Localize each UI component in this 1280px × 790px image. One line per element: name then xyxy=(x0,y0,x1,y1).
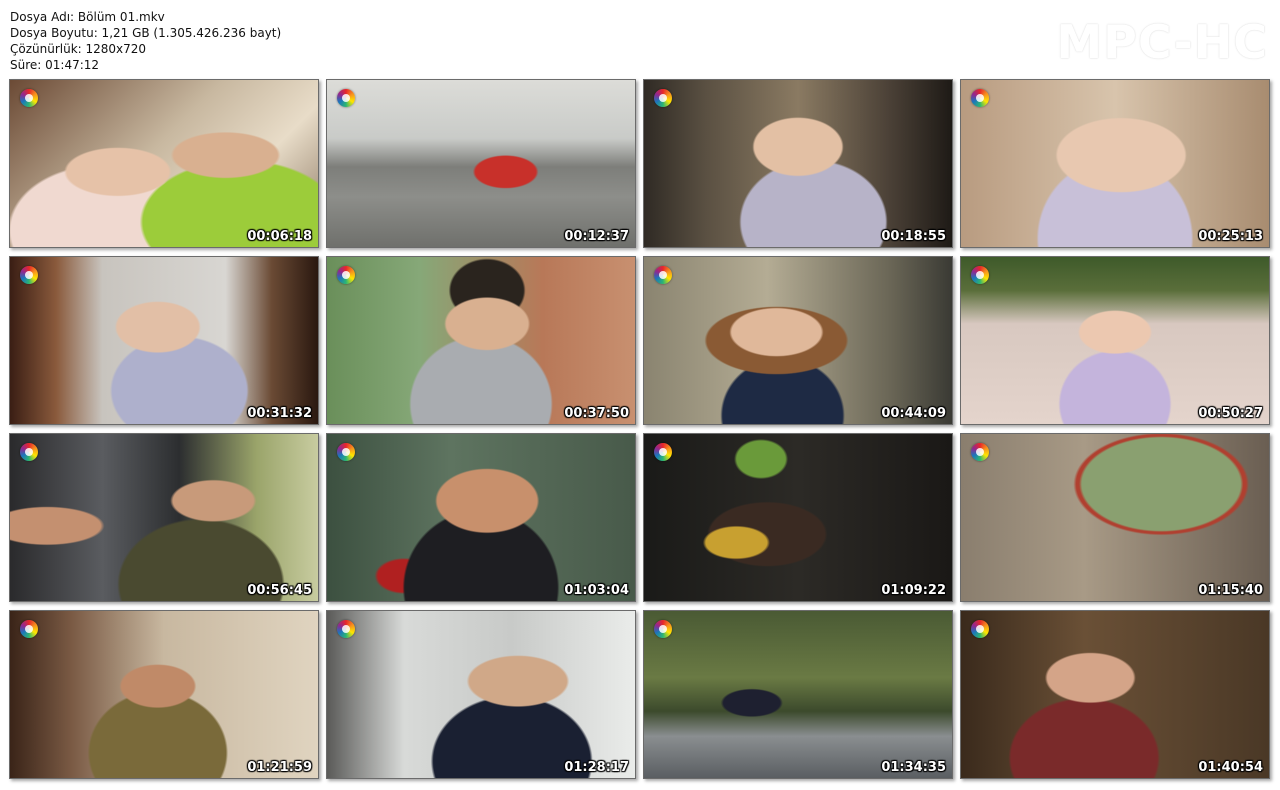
channel-logo-icon xyxy=(337,266,355,284)
thumbnail-frame: 00:12:37 xyxy=(326,79,636,248)
channel-logo-icon xyxy=(654,266,672,284)
channel-logo-icon xyxy=(20,620,38,638)
channel-logo-icon xyxy=(971,89,989,107)
thumbnail-timestamp: 01:21:59 xyxy=(247,760,312,775)
thumbnail-timestamp: 00:12:37 xyxy=(564,229,629,244)
thumbnail-timestamp: 00:31:32 xyxy=(247,406,312,421)
thumbnail-frame: 00:44:09 xyxy=(643,256,953,425)
file-name: Dosya Adı: Bölüm 01.mkv xyxy=(10,10,165,24)
channel-logo-icon xyxy=(971,266,989,284)
thumbnail-frame: 00:06:18 xyxy=(9,79,319,248)
channel-logo-icon xyxy=(20,89,38,107)
thumbnail-frame: 00:18:55 xyxy=(643,79,953,248)
mpc-hc-logo: MPC-HC xyxy=(1056,15,1268,69)
thumbnail-timestamp: 00:37:50 xyxy=(564,406,629,421)
channel-logo-icon xyxy=(654,89,672,107)
thumbnail-frame: 01:40:54 xyxy=(960,610,1270,779)
thumbnail-frame: 01:03:04 xyxy=(326,433,636,602)
thumbnail-timestamp: 00:50:27 xyxy=(1198,406,1263,421)
channel-logo-icon xyxy=(971,620,989,638)
channel-logo-icon xyxy=(337,443,355,461)
thumbnail-grid: 00:06:18 00:12:37 00:18:55 00:25:13 00:3… xyxy=(9,79,1271,779)
channel-logo-icon xyxy=(971,443,989,461)
channel-logo-icon xyxy=(654,443,672,461)
thumbnail-timestamp: 01:40:54 xyxy=(1198,760,1263,775)
thumbnail-timestamp: 01:03:04 xyxy=(564,583,629,598)
channel-logo-icon xyxy=(337,620,355,638)
thumbnail-timestamp: 00:44:09 xyxy=(881,406,946,421)
file-info: Dosya Adı: Bölüm 01.mkv Dosya Boyutu: 1,… xyxy=(10,9,281,73)
thumbnail-frame: 00:56:45 xyxy=(9,433,319,602)
thumbnail-timestamp: 01:34:35 xyxy=(881,760,946,775)
file-duration: Süre: 01:47:12 xyxy=(10,58,100,72)
thumbnail-frame: 00:50:27 xyxy=(960,256,1270,425)
thumbnail-frame: 00:25:13 xyxy=(960,79,1270,248)
file-resolution: Çözünürlük: 1280x720 xyxy=(10,42,147,56)
file-size: Dosya Boyutu: 1,21 GB (1.305.426.236 bay… xyxy=(10,26,282,40)
thumbnail-frame: 00:37:50 xyxy=(326,256,636,425)
thumbnail-timestamp: 00:18:55 xyxy=(881,229,946,244)
channel-logo-icon xyxy=(337,89,355,107)
thumbnail-frame: 01:34:35 xyxy=(643,610,953,779)
thumbnail-timestamp: 00:25:13 xyxy=(1198,229,1263,244)
channel-logo-icon xyxy=(654,620,672,638)
thumbnail-frame: 01:28:17 xyxy=(326,610,636,779)
thumbnail-frame: 01:15:40 xyxy=(960,433,1270,602)
thumbnail-timestamp: 01:28:17 xyxy=(564,760,629,775)
thumbnail-timestamp: 00:56:45 xyxy=(247,583,312,598)
thumbnail-frame: 00:31:32 xyxy=(9,256,319,425)
channel-logo-icon xyxy=(20,443,38,461)
thumbnail-timestamp: 01:15:40 xyxy=(1198,583,1263,598)
thumbnail-timestamp: 01:09:22 xyxy=(881,583,946,598)
thumbnail-frame: 01:09:22 xyxy=(643,433,953,602)
thumbnail-frame: 01:21:59 xyxy=(9,610,319,779)
thumbnail-timestamp: 00:06:18 xyxy=(247,229,312,244)
channel-logo-icon xyxy=(20,266,38,284)
